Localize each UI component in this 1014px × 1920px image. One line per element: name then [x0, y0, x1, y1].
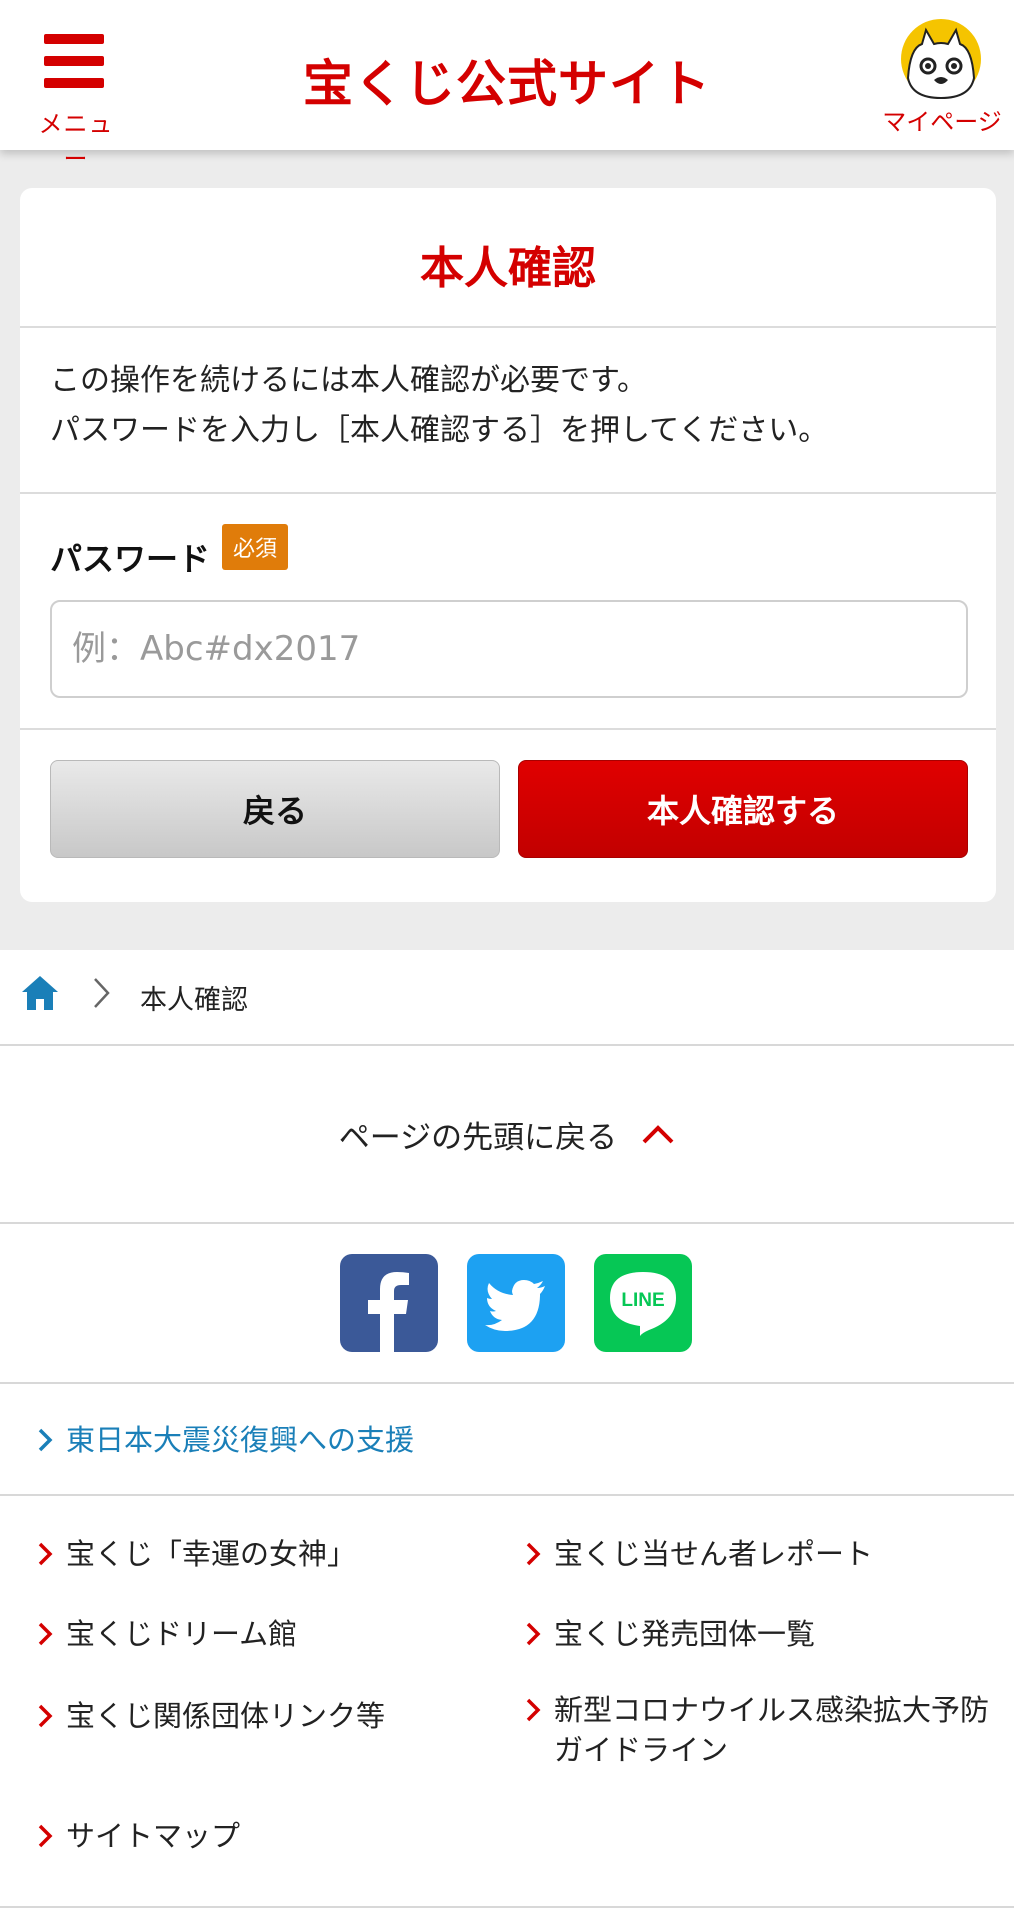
breadcrumb-current: 本人確認	[140, 985, 248, 1016]
password-input[interactable]	[50, 600, 968, 698]
chevron-right-icon	[38, 1542, 53, 1566]
related-links-link-label: 宝くじ関係団体リンク等	[66, 1699, 386, 1733]
chevron-right-icon	[94, 978, 110, 1008]
support-link-label: 東日本大震災復興への支援	[66, 1423, 415, 1457]
divider	[0, 1382, 1014, 1384]
support-link[interactable]: 東日本大震災復興への支援	[36, 1420, 414, 1460]
back-button[interactable]: 戻る	[50, 760, 500, 858]
divider	[0, 1906, 1014, 1908]
password-label: パスワード	[50, 540, 211, 578]
mascot-avatar-icon	[901, 19, 981, 100]
sitemap-link[interactable]: サイトマップ	[36, 1816, 240, 1856]
twitter-share-button[interactable]	[467, 1254, 565, 1352]
required-badge: 必須	[222, 524, 288, 570]
covid-guideline-link[interactable]: 新型コロナウイルス感染拡大予防 ガイドライン	[524, 1690, 989, 1770]
winner-report-link[interactable]: 宝くじ当せん者レポート	[524, 1534, 873, 1574]
facebook-share-button[interactable]	[340, 1254, 438, 1352]
confirm-identity-button[interactable]: 本人確認する	[518, 760, 968, 858]
back-to-top-link[interactable]: ページの先頭に戻る	[0, 1046, 1014, 1222]
chevron-right-icon	[526, 1542, 541, 1566]
line-icon: LINE	[610, 1272, 676, 1336]
divider	[20, 492, 996, 494]
twitter-bird-icon	[485, 1280, 545, 1331]
sellers-link[interactable]: 宝くじ発売団体一覧	[524, 1614, 815, 1654]
chevron-right-icon	[38, 1824, 53, 1848]
site-header: メニュー 宝くじ公式サイト マイページ	[0, 0, 1014, 173]
sellers-link-label: 宝くじ発売団体一覧	[554, 1617, 816, 1651]
goddess-link-label: 宝くじ「幸運の女神」	[66, 1537, 357, 1571]
mypage-button[interactable]: マイページ	[878, 12, 1006, 136]
sitemap-link-label: サイトマップ	[66, 1819, 241, 1853]
chevron-up-icon	[642, 1125, 674, 1144]
goddess-link[interactable]: 宝くじ「幸運の女神」	[36, 1534, 356, 1574]
breadcrumb: 本人確認	[0, 952, 1014, 1044]
chevron-right-icon	[526, 1622, 541, 1646]
line-logo-text: LINE	[621, 1290, 664, 1311]
instruction-text: この操作を続けるには本人確認が必要です。 パスワードを入力し［本人確認する］を押…	[50, 356, 970, 456]
instruction-line-1: この操作を続けるには本人確認が必要です。	[50, 363, 647, 398]
covid-guideline-line-1: 新型コロナウイルス感染拡大予防	[554, 1693, 990, 1727]
covid-guideline-link-label: 新型コロナウイルス感染拡大予防 ガイドライン	[554, 1690, 989, 1770]
winner-report-link-label: 宝くじ当せん者レポート	[554, 1537, 874, 1571]
divider	[20, 728, 996, 730]
chevron-right-icon	[38, 1428, 53, 1452]
chevron-right-icon	[38, 1704, 53, 1728]
verify-card: 本人確認 この操作を続けるには本人確認が必要です。 パスワードを入力し［本人確認…	[20, 188, 996, 902]
chevron-right-icon	[38, 1622, 53, 1646]
dream-hall-link-label: 宝くじドリーム館	[66, 1617, 298, 1651]
back-to-top-label: ページの先頭に戻る	[338, 1119, 618, 1156]
line-share-button[interactable]: LINE	[594, 1254, 692, 1352]
dream-hall-link[interactable]: 宝くじドリーム館	[36, 1614, 297, 1654]
chevron-right-icon	[526, 1698, 541, 1722]
mypage-label: マイページ	[882, 108, 1002, 136]
instruction-line-2: パスワードを入力し［本人確認する］を押してください。	[50, 413, 829, 448]
page-title: 本人確認	[420, 243, 596, 294]
covid-guideline-line-2: ガイドライン	[554, 1733, 729, 1767]
divider	[20, 326, 996, 328]
divider	[0, 1494, 1014, 1496]
site-title[interactable]: 宝くじ公式サイト	[0, 44, 1014, 116]
facebook-icon	[368, 1272, 409, 1352]
home-icon[interactable]	[20, 974, 60, 1012]
related-links-link[interactable]: 宝くじ関係団体リンク等	[36, 1696, 385, 1736]
social-share: LINE	[0, 1224, 1014, 1382]
